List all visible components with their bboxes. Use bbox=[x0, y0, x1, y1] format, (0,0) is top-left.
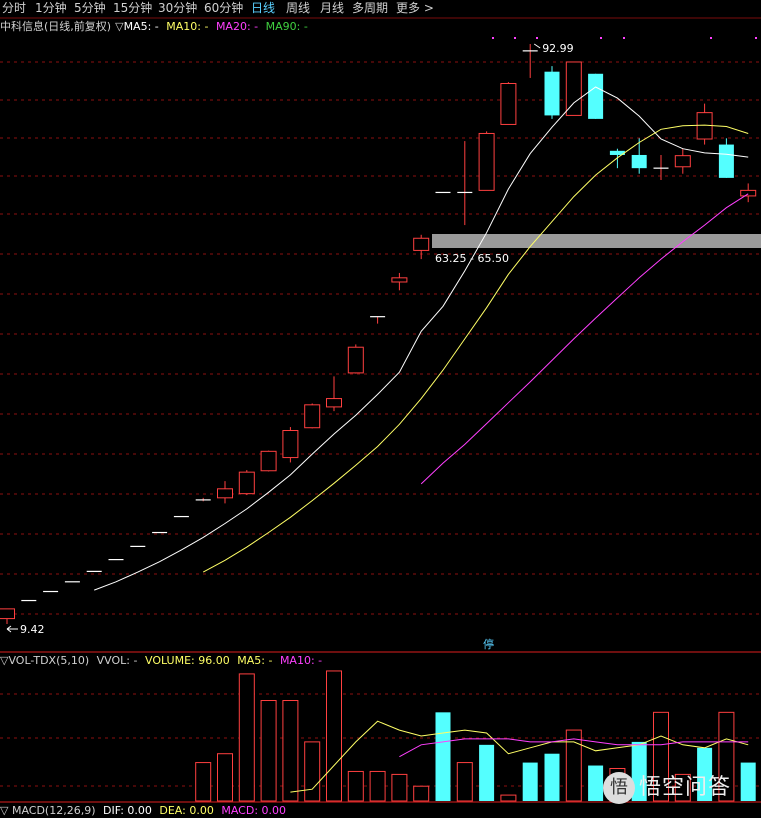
event-marker bbox=[755, 37, 757, 39]
volume-bar bbox=[413, 785, 430, 802]
volume-bar bbox=[282, 700, 299, 802]
volume-bar bbox=[326, 670, 342, 802]
volume-bar bbox=[456, 762, 473, 802]
candle-body bbox=[217, 488, 233, 499]
volume-bar bbox=[522, 762, 538, 801]
high-price-label: 92.99 bbox=[542, 42, 574, 55]
event-marker bbox=[514, 37, 516, 39]
volume-bar bbox=[260, 700, 277, 802]
candle-body bbox=[478, 132, 495, 191]
volume-bar bbox=[238, 673, 255, 802]
volume-bar bbox=[369, 770, 386, 802]
ma5-line bbox=[94, 86, 749, 591]
candle-body bbox=[631, 154, 647, 169]
event-marker bbox=[492, 37, 494, 39]
event-marker bbox=[710, 37, 712, 39]
volume-bar bbox=[347, 770, 364, 802]
candle-body bbox=[326, 398, 342, 408]
candle-body bbox=[0, 608, 15, 620]
watermark-text: 悟空问答 bbox=[639, 775, 732, 800]
candle-body bbox=[413, 237, 430, 251]
watermark: 悟 悟空问答 bbox=[603, 770, 761, 806]
candle-body bbox=[260, 450, 277, 472]
event-marker bbox=[600, 37, 602, 39]
candle-body bbox=[347, 346, 364, 374]
volume-bar bbox=[304, 741, 321, 802]
candle-body bbox=[740, 189, 757, 197]
candle-body bbox=[391, 277, 408, 283]
high-pointer bbox=[533, 43, 541, 49]
candle-body bbox=[565, 61, 582, 116]
volume-bar bbox=[588, 765, 604, 801]
halt-label: 停 bbox=[483, 637, 494, 651]
ma10-line bbox=[202, 124, 749, 573]
wukong-logo-icon: 悟 bbox=[603, 772, 635, 804]
candle-body bbox=[500, 82, 517, 125]
volume-bar bbox=[391, 773, 408, 802]
candle-body bbox=[718, 144, 734, 178]
kline-chart[interactable]: 92.99 9.42 63.25 - 65.50 停 bbox=[0, 0, 761, 812]
candle-body bbox=[238, 471, 255, 495]
candle-body bbox=[544, 71, 560, 116]
zone-label: 63.25 - 65.50 bbox=[435, 252, 509, 265]
volume-bar bbox=[500, 794, 517, 802]
event-marker bbox=[536, 37, 538, 39]
candle-body bbox=[674, 155, 691, 168]
volume-bar bbox=[565, 729, 582, 802]
candle-body bbox=[304, 404, 321, 429]
candle-body bbox=[588, 73, 604, 119]
volume-bar bbox=[544, 753, 560, 801]
volume-bar bbox=[195, 762, 212, 802]
volume-bar bbox=[479, 744, 495, 801]
candle-body bbox=[282, 430, 299, 459]
volume-bar bbox=[435, 712, 451, 801]
low-price-label: 9.42 bbox=[20, 623, 45, 636]
volume-bar bbox=[217, 753, 233, 802]
event-marker bbox=[623, 37, 625, 39]
